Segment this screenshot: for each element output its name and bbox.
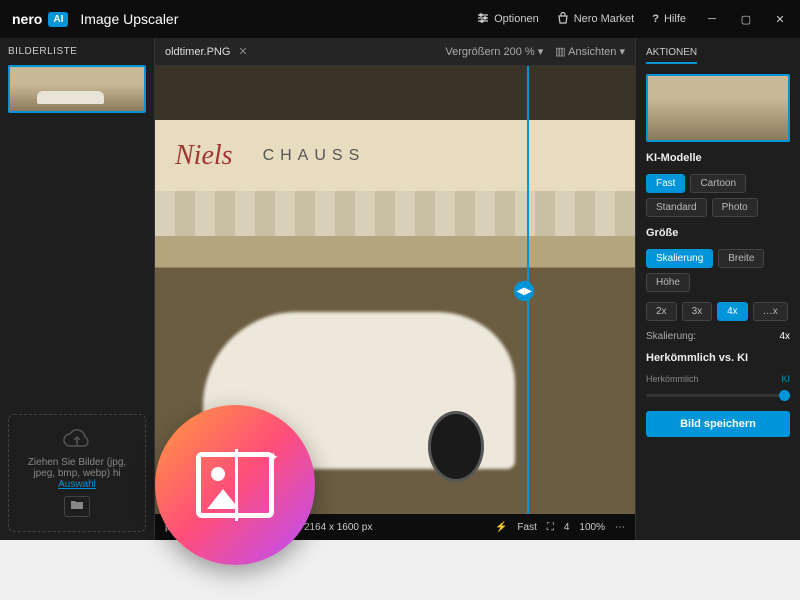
- titlebar: nero AI Image Upscaler Optionen Nero Mar…: [0, 0, 800, 38]
- dropzone[interactable]: Ziehen Sie Bilder (jpg, jpeg, bmp, webp)…: [8, 414, 146, 532]
- model-fast[interactable]: Fast: [646, 174, 685, 193]
- brand-text: nero: [12, 11, 42, 27]
- bolt-icon: ⚡: [495, 522, 507, 533]
- minimize-button[interactable]: ─: [704, 11, 720, 27]
- image-list-title: BILDERLISTE: [8, 46, 146, 57]
- compare-slider-track[interactable]: [646, 394, 790, 397]
- scale-2x[interactable]: 2x: [646, 302, 677, 321]
- compare-slider-knob[interactable]: [779, 390, 790, 401]
- market-link[interactable]: Nero Market: [557, 12, 635, 27]
- size-label: Größe: [646, 227, 790, 239]
- scale-options: 2x 3x 4x …x: [646, 302, 790, 321]
- app-logo: nero AI Image Upscaler: [12, 11, 178, 27]
- app-window: nero AI Image Upscaler Optionen Nero Mar…: [0, 0, 800, 540]
- zoom-control[interactable]: Vergrößern 200 % ▾: [445, 45, 543, 58]
- options-label: Optionen: [494, 13, 539, 25]
- more-icon[interactable]: ⋯: [615, 522, 625, 533]
- compare-label: Herkömmlich vs. KI: [646, 352, 790, 364]
- tab-filename: oldtimer.PNG: [165, 46, 230, 58]
- market-label: Nero Market: [574, 13, 635, 25]
- sidebar-image-list: BILDERLISTE Ziehen Sie Bilder (jpg, jpeg…: [0, 38, 155, 540]
- sidebar-actions: AKTIONEN KI-Modelle Fast Cartoon Standar…: [635, 38, 800, 540]
- ai-badge: AI: [48, 12, 68, 27]
- model-standard[interactable]: Standard: [646, 198, 707, 217]
- image-thumbnail[interactable]: [8, 65, 146, 113]
- models-row: Fast Cartoon Standard Photo: [646, 174, 790, 217]
- compare-left-label: Herkömmlich: [646, 374, 699, 384]
- tab-close-icon[interactable]: ✕: [238, 45, 247, 58]
- scale-3x[interactable]: 3x: [682, 302, 713, 321]
- status-mode: Fast: [517, 522, 536, 533]
- scale-4x[interactable]: 4x: [717, 302, 748, 321]
- promo-badge: ✦: [155, 405, 315, 565]
- sliders-icon: [477, 12, 489, 27]
- folder-icon[interactable]: [64, 496, 90, 517]
- cloud-upload-icon: [17, 429, 137, 457]
- size-tab-height[interactable]: Höhe: [646, 273, 690, 292]
- size-tab-scale[interactable]: Skalierung: [646, 249, 713, 268]
- help-label: Hilfe: [664, 13, 686, 25]
- actions-title: AKTIONEN: [646, 47, 697, 64]
- scale-kv-label: Skalierung:: [646, 331, 696, 342]
- expand-icon[interactable]: ⛶: [547, 522, 554, 533]
- preview-thumbnail[interactable]: [646, 74, 790, 142]
- dropzone-text: Ziehen Sie Bilder (jpg, jpeg, bmp, webp)…: [17, 457, 137, 479]
- close-button[interactable]: ✕: [772, 11, 788, 27]
- sparkle-icon: ✦: [267, 449, 279, 466]
- status-percent: 100%: [579, 522, 605, 533]
- model-photo[interactable]: Photo: [712, 198, 758, 217]
- views-control[interactable]: ▥ Ansichten ▾: [555, 45, 625, 58]
- tabbar: oldtimer.PNG ✕ Vergrößern 200 % ▾ ▥ Ansi…: [155, 38, 635, 66]
- app-title: Image Upscaler: [80, 11, 178, 27]
- status-result-dims: 2164 x 1600 px: [304, 522, 372, 533]
- bag-icon: [557, 12, 569, 27]
- image-compare-icon: ✦: [196, 452, 274, 518]
- options-menu[interactable]: Optionen: [477, 12, 539, 27]
- model-cartoon[interactable]: Cartoon: [690, 174, 746, 193]
- sign-block-text: CHAUSS: [263, 147, 366, 165]
- models-label: KI-Modelle: [646, 152, 790, 164]
- save-button[interactable]: Bild speichern: [646, 411, 790, 437]
- status-scale: 4: [564, 522, 570, 533]
- scale-kv-value: 4x: [779, 331, 790, 342]
- file-tab[interactable]: oldtimer.PNG ✕: [165, 45, 248, 58]
- question-icon: ?: [652, 13, 659, 25]
- sign-script-text: Niels: [175, 140, 233, 172]
- scale-custom[interactable]: …x: [753, 302, 788, 321]
- dropzone-browse-link[interactable]: Auswahl: [58, 479, 96, 490]
- maximize-button[interactable]: ▢: [738, 11, 754, 27]
- size-tabs: Skalierung Breite Höhe: [646, 249, 790, 292]
- help-link[interactable]: ? Hilfe: [652, 13, 686, 25]
- compare-right-label: KI: [781, 374, 790, 384]
- size-tab-width[interactable]: Breite: [718, 249, 764, 268]
